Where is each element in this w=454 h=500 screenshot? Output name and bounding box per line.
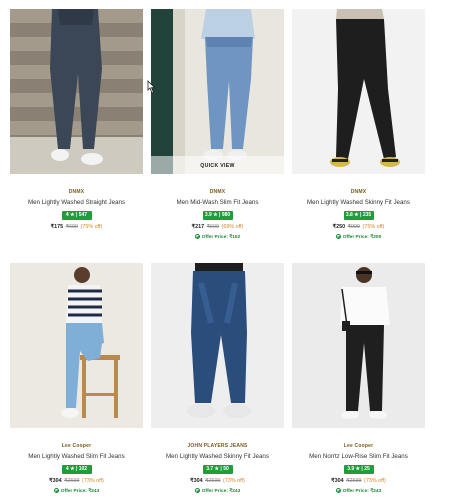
rating-badge: 3.9 ★ | 980 [202,211,233,220]
offer-price: Offer Price: ₹243 [10,488,143,494]
selling-price: ₹304 [190,478,203,484]
product-name[interactable]: Men Lightly Washed Skinny Fit Jeans [151,453,284,460]
offer-price-text: Offer Price: ₹243 [342,489,382,494]
product-brand: JOHN PLAYERS JEANS [187,443,248,449]
price-row: ₹304 ₹2699 (73% off) [10,478,143,484]
quick-view-button[interactable]: QUICK VIEW [151,156,284,174]
product-card[interactable]: QUICK VIEW DNMX Men Mid-Wash Slim Fit Je… [151,9,284,240]
jeans-photo-black [292,9,425,174]
rating-badge: 3.8 ★ | 235 [343,211,374,220]
jeans-photo-blue [151,263,284,428]
product-image[interactable] [151,263,284,428]
original-price: ₹2699 [205,478,221,484]
price-row: ₹175 ₹699 (75% off) [10,224,143,230]
rating-badge: 3.9 ★ | 25 [343,465,374,474]
selling-price: ₹304 [331,478,344,484]
jeans-photo-white-tee [292,263,425,428]
check-circle-icon [194,234,200,239]
original-price: ₹999 [347,224,361,230]
product-name[interactable]: Men Lightly Washed Straight Jeans [10,199,143,206]
selling-price: ₹250 [332,224,346,230]
discount-percent: (73% off) [364,478,386,484]
discount-percent: (73% off) [223,478,245,484]
product-name[interactable]: Men Lightly Washed Slim Fit Jeans [10,453,143,460]
offer-price-text: Offer Price: ₹200 [342,235,382,240]
original-price: ₹699 [206,224,220,230]
product-card[interactable]: DNMX Men Lightly Washed Skinny Fit Jeans… [292,9,425,240]
selling-price: ₹175 [50,224,64,230]
product-image[interactable] [10,9,143,174]
product-card[interactable]: Lee Cooper Men Norrtz Low-Rise Slim Fit … [292,263,425,494]
discount-percent: (75% off) [362,224,385,230]
product-image[interactable] [292,9,425,174]
selling-price: ₹304 [49,478,62,484]
product-card[interactable]: Lee Cooper Men Lightly Washed Slim Fit J… [10,263,143,494]
price-row: ₹304 ₹2699 (73% off) [151,478,284,484]
product-name[interactable]: Men Lightly Washed Skinny Fit Jeans [292,199,425,206]
discount-percent: (73% off) [82,478,104,484]
offer-price: Offer Price: ₹243 [292,488,425,494]
product-image[interactable] [10,263,143,428]
original-price: ₹2699 [64,478,80,484]
offer-price-text: Offer Price: ₹243 [201,489,241,494]
product-brand: DNMX [350,189,367,195]
rating-badge: 3.7 ★ | 50 [202,465,233,474]
check-circle-icon [53,488,59,493]
product-card[interactable]: DNMX Men Lightly Washed Straight Jeans 4… [10,9,143,230]
selling-price: ₹217 [191,224,205,230]
offer-price: Offer Price: ₹152 [151,234,284,240]
price-row: ₹217 ₹699 (69% off) [151,224,284,230]
product-image[interactable]: QUICK VIEW [151,9,284,174]
price-row: ₹250 ₹999 (75% off) [292,224,425,230]
jeans-photo-staircase [10,9,143,174]
price-row: ₹304 ₹2699 (73% off) [292,478,425,484]
hand-cursor-icon [147,80,156,94]
check-circle-icon [335,488,341,493]
check-circle-icon [335,234,341,239]
rating-badge: 4 ★ | 547 [61,211,92,220]
jeans-photo-curtain [151,9,284,174]
check-circle-icon [194,488,200,493]
offer-price-text: Offer Price: ₹152 [201,235,241,240]
product-name[interactable]: Men Mid-Wash Slim Fit Jeans [151,199,284,206]
discount-percent: (75% off) [80,224,103,230]
product-name[interactable]: Men Norrtz Low-Rise Slim Fit Jeans [292,453,425,460]
jeans-photo-stool [10,263,143,428]
product-card[interactable]: JOHN PLAYERS JEANS Men Lightly Washed Sk… [151,263,284,494]
product-brand: DNMX [209,189,226,195]
product-brand: Lee Cooper [61,443,92,449]
discount-percent: (69% off) [221,224,244,230]
product-brand: DNMX [68,189,85,195]
offer-price-text: Offer Price: ₹243 [60,489,100,494]
original-price: ₹699 [65,224,79,230]
product-brand: Lee Cooper [343,443,374,449]
product-image[interactable] [292,263,425,428]
original-price: ₹2699 [346,478,362,484]
rating-badge: 4 ★ | 102 [61,465,92,474]
offer-price: Offer Price: ₹243 [151,488,284,494]
offer-price: Offer Price: ₹200 [292,234,425,240]
